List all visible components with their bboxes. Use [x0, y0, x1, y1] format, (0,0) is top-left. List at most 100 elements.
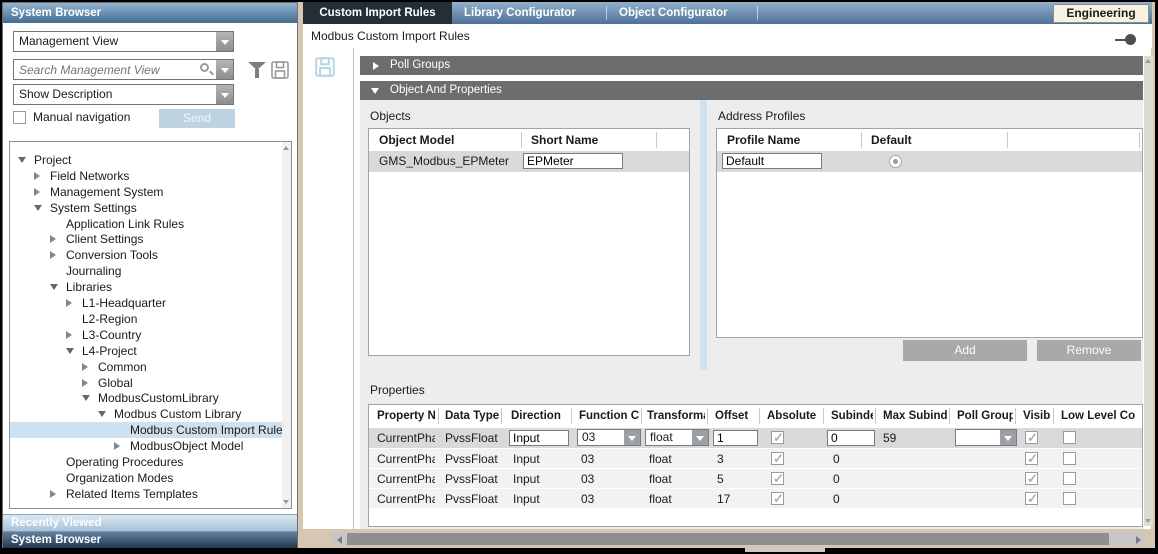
absolute-checkbox[interactable] [771, 452, 784, 465]
scroll-down-icon[interactable] [283, 500, 289, 504]
vertical-scrollbar[interactable] [1144, 56, 1153, 526]
expand-arrow-icon[interactable] [66, 348, 74, 354]
tree-item[interactable]: Organization Modes [10, 470, 291, 486]
section-poll-groups[interactable]: Poll Groups [360, 56, 1143, 75]
property-row[interactable]: CurrentPha PvssFloat Input 03 float 5 0 [369, 468, 1142, 488]
tree-item[interactable]: Project [10, 152, 291, 168]
absolute-checkbox[interactable] [771, 431, 784, 444]
tree-item[interactable]: Management System [10, 184, 291, 200]
chevron-down-icon[interactable] [216, 85, 233, 104]
scrollbar-thumb[interactable] [347, 533, 1109, 545]
search-icon[interactable] [200, 63, 209, 72]
engineering-mode-button[interactable]: Engineering [1053, 4, 1149, 23]
tree-item[interactable]: L3-Country [10, 327, 291, 343]
tree-item[interactable]: Journaling [10, 263, 291, 279]
property-row[interactable]: CurrentPha PvssFloat Input 03 float 17 0 [369, 488, 1142, 508]
collapse-arrow-icon[interactable] [50, 490, 56, 498]
chevron-down-icon[interactable] [624, 430, 640, 445]
expand-arrow-icon[interactable] [82, 395, 90, 401]
expand-arrow-icon[interactable] [371, 88, 379, 94]
absolute-checkbox[interactable] [771, 472, 784, 485]
system-browser-bar[interactable]: System Browser [3, 531, 297, 548]
transformation-dropdown[interactable]: float [645, 429, 709, 446]
tree-item[interactable]: L1-Headquarter [10, 295, 291, 311]
remove-button[interactable]: Remove [1037, 340, 1141, 361]
scroll-up-icon[interactable] [1145, 59, 1151, 63]
tree-item[interactable]: Related Items Templates [10, 486, 291, 502]
visibility-checkbox[interactable] [1025, 431, 1038, 444]
tree-item[interactable]: Conversion Tools [10, 247, 291, 263]
tree-item[interactable]: Common [10, 359, 291, 375]
objects-row[interactable]: GMS_Modbus_EPMeter [369, 151, 689, 172]
collapse-arrow-icon[interactable] [82, 379, 88, 387]
save-search-icon[interactable] [270, 60, 290, 80]
tab-object-configurator[interactable]: Object Configurator [607, 2, 757, 24]
recently-viewed-bar[interactable]: Recently Viewed [3, 514, 297, 531]
expand-arrow-icon[interactable] [34, 205, 42, 211]
tree-item[interactable]: Modbus Custom Library [10, 406, 291, 422]
horizontal-scrollbar[interactable] [333, 532, 1145, 546]
tree-item[interactable]: Field Networks [10, 168, 291, 184]
view-selector-dropdown[interactable]: Management View [13, 31, 234, 52]
low-level-checkbox[interactable] [1063, 452, 1076, 465]
pin-icon[interactable] [1125, 34, 1136, 45]
tree-item[interactable]: System Settings [10, 200, 291, 216]
low-level-checkbox[interactable] [1063, 431, 1076, 444]
low-level-checkbox[interactable] [1063, 492, 1076, 505]
tree-item[interactable]: Client Settings [10, 231, 291, 247]
chevron-down-icon[interactable] [1000, 430, 1016, 445]
collapse-arrow-icon[interactable] [50, 251, 56, 259]
manual-navigation-checkbox[interactable] [13, 111, 26, 124]
group-splitter[interactable] [700, 100, 707, 370]
address-profile-row[interactable] [717, 151, 1142, 172]
direction-input[interactable] [509, 430, 569, 446]
tree-item[interactable]: ModbusObject Model [10, 438, 291, 454]
description-selector-dropdown[interactable]: Show Description [13, 84, 234, 105]
search-chevron-down-icon[interactable] [216, 60, 233, 79]
visibility-checkbox[interactable] [1025, 492, 1038, 505]
tree-item[interactable]: L4-Project [10, 343, 291, 359]
section-object-and-properties[interactable]: Object And Properties [360, 81, 1143, 100]
property-row-selected[interactable]: CurrentPha PvssFloat 03 float [369, 428, 1142, 448]
tree-item-selected[interactable]: Modbus Custom Import Rules [10, 422, 291, 438]
offset-input[interactable] [713, 430, 758, 446]
chevron-down-icon[interactable] [216, 32, 233, 51]
scroll-right-icon[interactable] [1136, 536, 1141, 544]
tab-custom-import-rules[interactable]: Custom Import Rules [303, 2, 452, 24]
collapse-arrow-icon[interactable] [82, 363, 88, 371]
tree-scrollbar[interactable] [282, 142, 291, 508]
collapse-arrow-icon[interactable] [114, 442, 120, 450]
tree-item[interactable]: Application Link Rules [10, 216, 291, 232]
chevron-down-icon[interactable] [692, 430, 708, 445]
expand-arrow-icon[interactable] [18, 157, 26, 163]
tab-library-configurator[interactable]: Library Configurator [452, 2, 605, 24]
poll-group-dropdown[interactable] [955, 429, 1017, 446]
tree-item[interactable]: ModbusCustomLibrary [10, 390, 291, 406]
tree-item[interactable]: Libraries [10, 279, 291, 295]
scroll-left-icon[interactable] [337, 536, 342, 544]
filter-icon[interactable] [248, 61, 266, 79]
collapse-arrow-icon[interactable] [50, 235, 56, 243]
profile-name-input[interactable] [722, 153, 822, 169]
scroll-down-icon[interactable] [1145, 519, 1151, 523]
scroll-up-icon[interactable] [283, 146, 289, 150]
add-button[interactable]: Add [903, 340, 1027, 361]
collapse-arrow-icon[interactable] [66, 331, 72, 339]
collapse-arrow-icon[interactable] [34, 188, 40, 196]
subindex-input[interactable] [827, 430, 875, 446]
send-button[interactable]: Send [159, 109, 235, 128]
tree-item[interactable]: L2-Region [10, 311, 291, 327]
visibility-checkbox[interactable] [1025, 472, 1038, 485]
window-resize-grip[interactable] [745, 547, 825, 552]
absolute-checkbox[interactable] [771, 492, 784, 505]
expand-arrow-icon[interactable] [98, 411, 106, 417]
property-row[interactable]: CurrentPha PvssFloat Input 03 float 3 0 [369, 448, 1142, 468]
search-input[interactable] [15, 61, 195, 78]
low-level-checkbox[interactable] [1063, 472, 1076, 485]
function-code-dropdown[interactable]: 03 [577, 429, 641, 446]
visibility-checkbox[interactable] [1025, 452, 1038, 465]
collapse-arrow-icon[interactable] [66, 299, 72, 307]
default-profile-radio[interactable] [889, 155, 902, 168]
tree-item[interactable]: Operating Procedures [10, 454, 291, 470]
tree-item[interactable]: Global [10, 375, 291, 391]
